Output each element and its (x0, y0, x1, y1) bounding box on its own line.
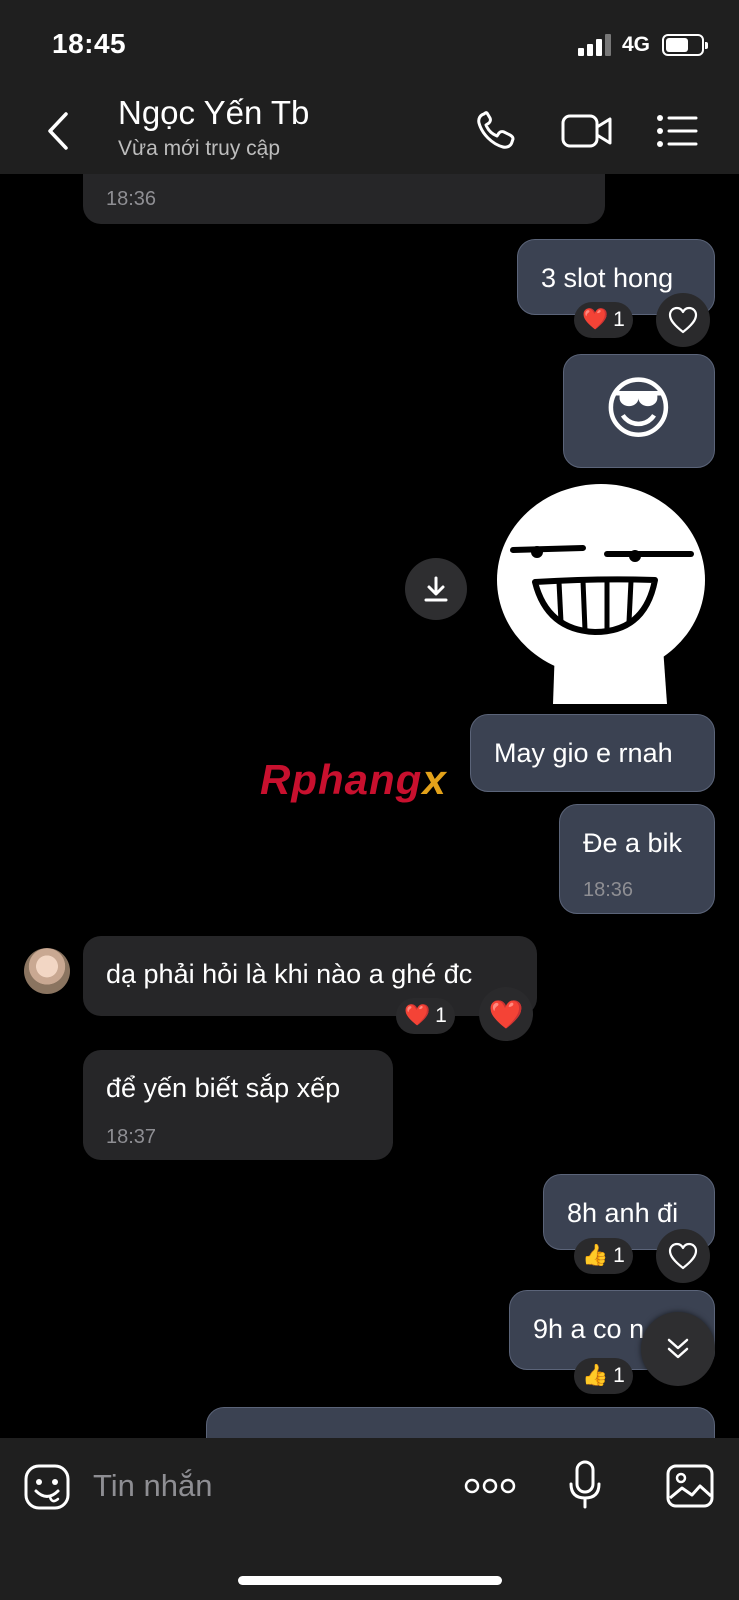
home-indicator[interactable] (238, 1576, 502, 1585)
message-bubble-incoming[interactable]: dạ phải hỏi là khi nào a ghé đc (83, 936, 537, 1016)
composer-bar: Tin nhắn (0, 1438, 739, 1600)
menu-button[interactable] (654, 106, 708, 156)
status-time: 18:45 (52, 28, 127, 59)
message-list[interactable]: 18:36 3 slot hong ❤️ 1 😎 Rphangx May gio… (0, 174, 739, 1438)
heart-filled-icon: ❤️ (488, 998, 524, 1030)
message-bubble-outgoing[interactable] (206, 1407, 715, 1438)
contact-name[interactable]: Ngọc Yến Tb (118, 94, 309, 132)
message-timestamp: 18:36 (583, 879, 634, 901)
message-text: May gio e rnah (494, 738, 673, 768)
smiley-sticker-icon (24, 1464, 70, 1510)
video-call-button[interactable] (560, 106, 614, 156)
thumbs-up-icon: 👍 (582, 1364, 609, 1387)
message-bubble-outgoing[interactable]: Đe a bik 18:36 (559, 804, 715, 914)
reaction-count: 1 (613, 1244, 625, 1267)
react-button-active[interactable]: ❤️ (479, 987, 533, 1041)
message-text: Đe a bik (583, 828, 683, 858)
voice-call-button[interactable] (470, 106, 524, 156)
list-menu-icon (657, 115, 698, 147)
chevron-left-icon (48, 112, 68, 150)
scroll-to-bottom-button[interactable] (641, 1312, 715, 1386)
reaction-count: 1 (613, 308, 625, 331)
heart-icon: ❤️ (582, 308, 609, 331)
message-text: dạ phải hỏi là khi nào a ghé đc (106, 959, 473, 989)
reaction-summary[interactable]: ❤️ 1 (396, 998, 455, 1034)
voice-message-button[interactable] (568, 1460, 602, 1510)
network-type: 4G (622, 33, 651, 56)
message-bubble-outgoing[interactable]: 😎 (563, 354, 715, 468)
double-chevron-down-icon (667, 1338, 689, 1359)
reaction-summary[interactable]: 👍 1 (574, 1358, 633, 1394)
contact-avatar[interactable] (24, 948, 70, 994)
message-bubble-incoming[interactable]: 18:36 (83, 174, 605, 224)
sticker-grinning-face[interactable] (495, 482, 707, 704)
heart-icon: ❤️ (404, 1004, 431, 1027)
signal-icon (578, 34, 612, 56)
image-gallery-icon (666, 1464, 714, 1508)
download-button[interactable] (405, 558, 467, 620)
react-button[interactable] (656, 1229, 710, 1283)
video-camera-icon (561, 114, 612, 148)
message-timestamp: 18:36 (106, 188, 157, 210)
sticker-button[interactable] (24, 1464, 70, 1510)
message-input[interactable]: Tin nhắn (93, 1468, 213, 1504)
microphone-icon (569, 1460, 601, 1509)
message-text: 9h a co n (533, 1314, 645, 1344)
watermark-logo: Rphangx (260, 756, 447, 803)
presence-status: Vừa mới truy cập (118, 137, 281, 160)
react-button[interactable] (656, 293, 710, 347)
photo-button[interactable] (666, 1464, 714, 1508)
thumbs-up-icon: 👍 (582, 1244, 609, 1267)
reaction-summary[interactable]: 👍 1 (574, 1238, 633, 1274)
heart-outline-icon (668, 1242, 698, 1270)
reaction-summary[interactable]: ❤️ 1 (574, 302, 633, 338)
back-button[interactable] (40, 108, 80, 154)
message-bubble-incoming[interactable]: để yến biết sắp xếp 18:37 (83, 1050, 393, 1160)
download-icon (424, 576, 448, 602)
message-text: 3 slot hong (541, 263, 674, 293)
status-bar: 18:45 4G (0, 0, 739, 88)
more-options-button[interactable] (464, 1474, 516, 1498)
reaction-count: 1 (613, 1364, 625, 1387)
phone-icon (477, 111, 515, 149)
message-bubble-outgoing[interactable]: May gio e rnah (470, 714, 715, 792)
reaction-count: 1 (435, 1004, 447, 1027)
message-text: để yến biết sắp xếp (106, 1073, 341, 1103)
message-text: 8h anh đi (567, 1198, 679, 1228)
heart-outline-icon (668, 306, 698, 334)
message-timestamp: 18:37 (106, 1126, 157, 1148)
chat-header: Ngọc Yến Tb Vừa mới truy cập (0, 88, 739, 174)
ellipsis-icon (464, 1478, 516, 1494)
battery-icon (662, 34, 708, 56)
emoji-sunglasses: 😎 (603, 371, 674, 447)
